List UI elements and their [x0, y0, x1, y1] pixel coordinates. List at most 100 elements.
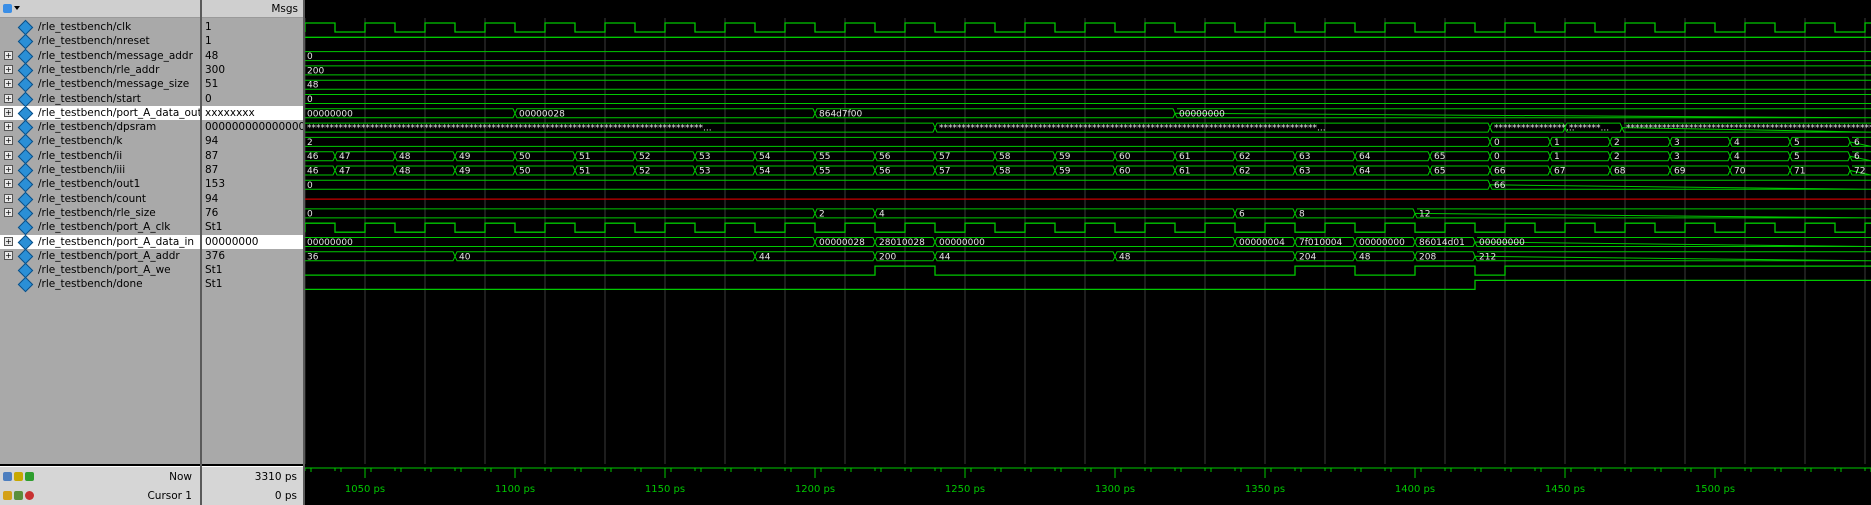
port_A_data_in-value: 86014d01 — [1419, 238, 1465, 248]
signal-row[interactable]: /rle_testbench/port_A_clk — [0, 219, 200, 236]
time-label: 1350 ps — [1245, 484, 1285, 495]
signal-row[interactable]: + /rle_testbench/start — [0, 91, 200, 107]
iii-value: 71 — [1794, 167, 1805, 177]
signal-value-row[interactable]: 376 — [202, 249, 303, 263]
expand-icon[interactable]: + — [4, 236, 13, 246]
signal-value-row[interactable]: 153 — [202, 177, 303, 191]
signal-row[interactable]: + /rle_testbench/ii — [0, 148, 200, 164]
signal-value-row[interactable]: St1 — [202, 277, 303, 291]
signal-value-row[interactable]: xxxxxxxx — [202, 105, 303, 120]
out1-segment — [1489, 179, 1871, 190]
signal-icon — [17, 34, 34, 50]
iii-value: 48 — [399, 167, 411, 177]
signal-row[interactable]: + /rle_testbench/port_A_data_in — [0, 234, 200, 250]
out1-segment — [305, 179, 1491, 190]
expand-icon[interactable]: + — [4, 93, 13, 103]
signal-value-row[interactable]: 0 — [202, 92, 303, 106]
expand-icon[interactable]: + — [4, 122, 13, 132]
chevron-down-icon[interactable] — [14, 6, 20, 10]
signal-row[interactable]: + /rle_testbench/port_A_addr — [0, 248, 200, 265]
lock-icon[interactable] — [3, 491, 12, 500]
port_A_addr-value: 36 — [307, 252, 319, 262]
signal-row[interactable]: + /rle_testbench/rle_size — [0, 205, 200, 222]
expand-icon[interactable]: + — [4, 79, 13, 89]
signal-value-row[interactable]: St1 — [202, 220, 303, 234]
time-axis[interactable]: 1050 ps 1100 ps 1150 ps 1200 ps 1250 ps 1300 … — [305, 464, 1871, 505]
signal-name: /rle_testbench/out1 — [38, 178, 141, 191]
signal-row[interactable]: + /rle_testbench/port_A_data_out — [0, 105, 202, 122]
expand-icon[interactable]: + — [4, 150, 13, 160]
port_A_addr-value: 44 — [939, 252, 951, 262]
port_A_addr-value: 40 — [459, 252, 471, 262]
signal-row[interactable]: + /rle_testbench/dpsram — [0, 119, 200, 136]
signal-name: /rle_testbench/port_A_we — [38, 264, 171, 277]
signal-value-row[interactable]: 94 — [202, 192, 303, 206]
msgs-column-header: Msgs — [202, 0, 303, 18]
signal-value-row[interactable]: 94 — [202, 134, 303, 148]
port_A_data_out-value: 00000000 — [1179, 109, 1225, 119]
signal-row[interactable]: /rle_testbench/done — [0, 277, 200, 293]
signal-icon — [17, 148, 34, 164]
port_A_data_out-segment — [1174, 108, 1871, 119]
signal-row[interactable]: + /rle_testbench/iii — [0, 162, 200, 179]
signal-value-row[interactable]: 1 — [202, 20, 303, 34]
signal-row[interactable]: + /rle_testbench/rle_addr — [0, 62, 200, 79]
signal-row[interactable]: + /rle_testbench/message_size — [0, 76, 200, 93]
iii-value: 62 — [1239, 167, 1250, 177]
pane-divider[interactable] — [200, 0, 202, 505]
signal-value-row[interactable]: 87 — [202, 149, 303, 163]
signal-row[interactable]: + /rle_testbench/out1 — [0, 177, 200, 193]
signal-value-row[interactable]: 00000000 — [202, 234, 303, 249]
lock-icon[interactable] — [3, 472, 12, 481]
signal-row[interactable]: + /rle_testbench/k — [0, 134, 200, 150]
expand-icon[interactable]: + — [4, 107, 13, 117]
signal-value-row[interactable]: 87 — [202, 163, 303, 177]
signal-value-row[interactable]: 76 — [202, 206, 303, 220]
expand-icon[interactable]: + — [4, 64, 13, 74]
signal-name: /rle_testbench/clk — [38, 21, 132, 33]
signal-row[interactable]: /rle_testbench/port_A_we — [0, 262, 200, 279]
signal-value-row[interactable]: 0000000000000000 — [202, 120, 303, 134]
signal-value-list[interactable]: 1 1 48 300 51 0 xxxxxxxx 0000000000000000 94 87 87… — [202, 18, 303, 464]
time-label: 1400 ps — [1395, 484, 1435, 495]
signal-value-row[interactable]: St1 — [202, 263, 303, 277]
expand-icon[interactable]: + — [4, 50, 13, 60]
port_A_addr-value: 200 — [879, 252, 896, 262]
port_A_data_out-segment — [814, 108, 1176, 119]
expand-icon[interactable]: + — [4, 165, 13, 174]
iii-value: 55 — [819, 167, 830, 177]
signal-value: 300 — [205, 63, 226, 76]
signal-value: 87 — [205, 164, 219, 176]
ii-value: 1 — [1554, 152, 1560, 162]
signal-row[interactable]: + /rle_testbench/count — [0, 191, 200, 207]
signal-value-row[interactable]: 1 — [202, 34, 303, 48]
ii-value: 52 — [639, 152, 650, 162]
signal-value-row[interactable]: 300 — [202, 63, 303, 77]
signal-name: /rle_testbench/rle_size — [38, 206, 156, 219]
waveform-canvas[interactable]: 020048000000000 00000028 864d7f00 00000000*… — [305, 18, 1871, 464]
add-cursor-icon[interactable] — [14, 472, 23, 481]
signal-value-row[interactable]: 51 — [202, 77, 303, 91]
expand-icon[interactable]: + — [4, 179, 13, 189]
delete-cursor-icon[interactable] — [25, 472, 34, 481]
signal-row[interactable]: /rle_testbench/clk — [0, 19, 200, 36]
signal-row[interactable]: /rle_testbench/nreset — [0, 34, 200, 50]
k-value: 4 — [1734, 138, 1740, 148]
expand-icon[interactable]: + — [4, 250, 13, 260]
expand-icon[interactable]: + — [4, 136, 13, 146]
pencil-icon[interactable] — [14, 491, 23, 500]
k-value: 0 — [1494, 138, 1500, 148]
rle_size-value: 6 — [1239, 209, 1245, 219]
expand-icon[interactable]: + — [4, 207, 13, 217]
ii-value: 47 — [339, 152, 350, 162]
expand-icon[interactable]: + — [4, 193, 13, 203]
ii-value: 53 — [699, 152, 710, 162]
dpsram-value: *******... — [1569, 124, 1609, 134]
ii-value: 50 — [519, 152, 531, 162]
signal-row[interactable]: + /rle_testbench/message_addr — [0, 48, 200, 64]
remove-icon[interactable] — [25, 491, 34, 500]
wave-menu-icon[interactable] — [3, 4, 12, 13]
rle_addr-value: 200 — [307, 66, 324, 76]
signal-value-row[interactable]: 48 — [202, 49, 303, 63]
signal-name-list[interactable]: /rle_testbench/clk/rle_testbench/nreset +… — [0, 18, 202, 464]
